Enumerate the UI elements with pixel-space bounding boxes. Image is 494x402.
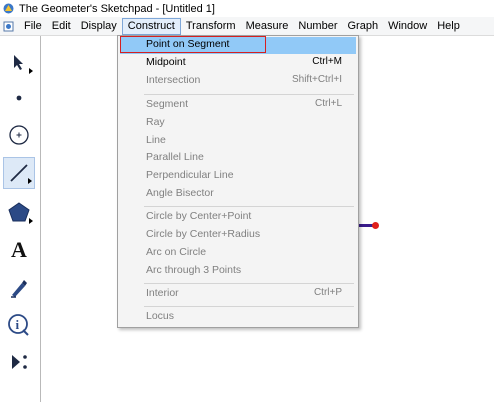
menu-item-label: Circle by Center+Point xyxy=(146,210,252,222)
menu-item-line[interactable]: Line xyxy=(118,133,358,150)
menu-item-label: Arc on Circle xyxy=(146,246,207,258)
construct-menu: Point on Segment Midpoint Ctrl+M Interse… xyxy=(117,35,359,328)
svg-text:i: i xyxy=(16,317,20,332)
tool-menu-triangle-icon xyxy=(28,178,32,184)
menu-number[interactable]: Number xyxy=(293,18,342,35)
straightedge-tool[interactable] xyxy=(3,157,35,189)
compass-tool-icon xyxy=(9,125,29,145)
menu-edit[interactable]: Edit xyxy=(47,18,76,35)
menu-item-midpoint[interactable]: Midpoint Ctrl+M xyxy=(118,55,358,72)
menu-item-locus[interactable]: Locus xyxy=(118,309,358,326)
custom-tool-icon xyxy=(12,355,27,369)
title-bar: The Geometer's Sketchpad - [Untitled 1] xyxy=(0,0,494,17)
arrow-tool[interactable] xyxy=(3,46,35,78)
menu-measure[interactable]: Measure xyxy=(241,18,294,35)
text-tool-icon: A xyxy=(11,237,27,262)
tool-menu-triangle-icon xyxy=(29,218,33,224)
menu-construct[interactable]: Construct xyxy=(121,17,181,35)
menu-item-shortcut: Ctrl+M xyxy=(312,56,342,67)
menu-item-label: Locus xyxy=(146,310,175,322)
menu-item-label: Parallel Line xyxy=(146,151,204,163)
menu-item-label: Perpendicular Line xyxy=(146,169,234,181)
menu-item-ray[interactable]: Ray xyxy=(118,115,358,132)
arrow-tool-icon xyxy=(14,55,23,70)
menu-item-label: Angle Bisector xyxy=(146,187,214,199)
menu-item-shortcut: Ctrl+L xyxy=(315,98,342,109)
toolbox: A i xyxy=(0,36,41,402)
marker-tool[interactable] xyxy=(3,272,35,304)
straightedge-tool-icon xyxy=(10,164,28,182)
menu-item-perpendicular-line[interactable]: Perpendicular Line xyxy=(118,168,358,185)
menu-item-label: Intersection xyxy=(146,74,201,86)
information-tool-icon: i xyxy=(8,314,29,336)
tool-menu-triangle-icon xyxy=(29,68,33,74)
polygon-tool[interactable] xyxy=(3,196,35,228)
menu-bar: File Edit Display Construct Transform Me… xyxy=(0,17,494,36)
point-tool-icon xyxy=(16,95,22,101)
menu-item-circle-center-point[interactable]: Circle by Center+Point xyxy=(118,209,358,226)
menu-transform[interactable]: Transform xyxy=(181,18,241,35)
menu-item-shortcut: Shift+Ctrl+I xyxy=(291,74,342,85)
menu-item-angle-bisector[interactable]: Angle Bisector xyxy=(118,186,358,203)
menu-item-label: Ray xyxy=(146,116,165,128)
annotation-highlight-box xyxy=(120,36,266,53)
menu-item-interior[interactable]: Interior Ctrl+P xyxy=(118,286,358,303)
polygon-tool-icon xyxy=(8,202,30,222)
menu-separator xyxy=(144,306,354,307)
menu-item-arc-on-circle[interactable]: Arc on Circle xyxy=(118,245,358,262)
point-tool[interactable] xyxy=(3,82,35,114)
menu-separator xyxy=(144,283,354,284)
menu-help[interactable]: Help xyxy=(432,18,465,35)
custom-tool[interactable] xyxy=(3,346,35,378)
text-tool[interactable]: A xyxy=(3,234,35,266)
menu-item-parallel-line[interactable]: Parallel Line xyxy=(118,150,358,167)
window-title: The Geometer's Sketchpad - [Untitled 1] xyxy=(19,2,215,15)
menu-item-segment[interactable]: Segment Ctrl+L xyxy=(118,97,358,114)
menu-item-circle-center-radius[interactable]: Circle by Center+Radius xyxy=(118,227,358,244)
menu-window[interactable]: Window xyxy=(383,18,432,35)
document-icon[interactable] xyxy=(3,21,14,32)
menu-separator xyxy=(144,94,354,95)
menu-display[interactable]: Display xyxy=(76,18,122,35)
menu-graph[interactable]: Graph xyxy=(343,18,384,35)
menu-item-label: Arc through 3 Points xyxy=(146,264,242,276)
menu-separator xyxy=(144,206,354,207)
menu-item-label: Interior xyxy=(146,287,179,299)
menu-item-arc-through-3-points[interactable]: Arc through 3 Points xyxy=(118,263,358,280)
marker-tool-icon xyxy=(11,280,27,298)
sketchpad-app-icon xyxy=(3,3,14,14)
menu-item-label: Circle by Center+Radius xyxy=(146,228,261,240)
menu-item-label: Segment xyxy=(146,98,189,110)
menu-item-shortcut: Ctrl+P xyxy=(313,287,342,298)
menu-item-label: Midpoint xyxy=(146,56,186,68)
menu-item-intersection[interactable]: Intersection Shift+Ctrl+I xyxy=(118,73,358,90)
information-tool[interactable]: i xyxy=(3,309,35,341)
compass-tool[interactable] xyxy=(3,119,35,151)
menu-item-label: Line xyxy=(146,134,166,146)
menu-file[interactable]: File xyxy=(19,18,47,35)
segment-endpoint[interactable] xyxy=(372,222,379,229)
